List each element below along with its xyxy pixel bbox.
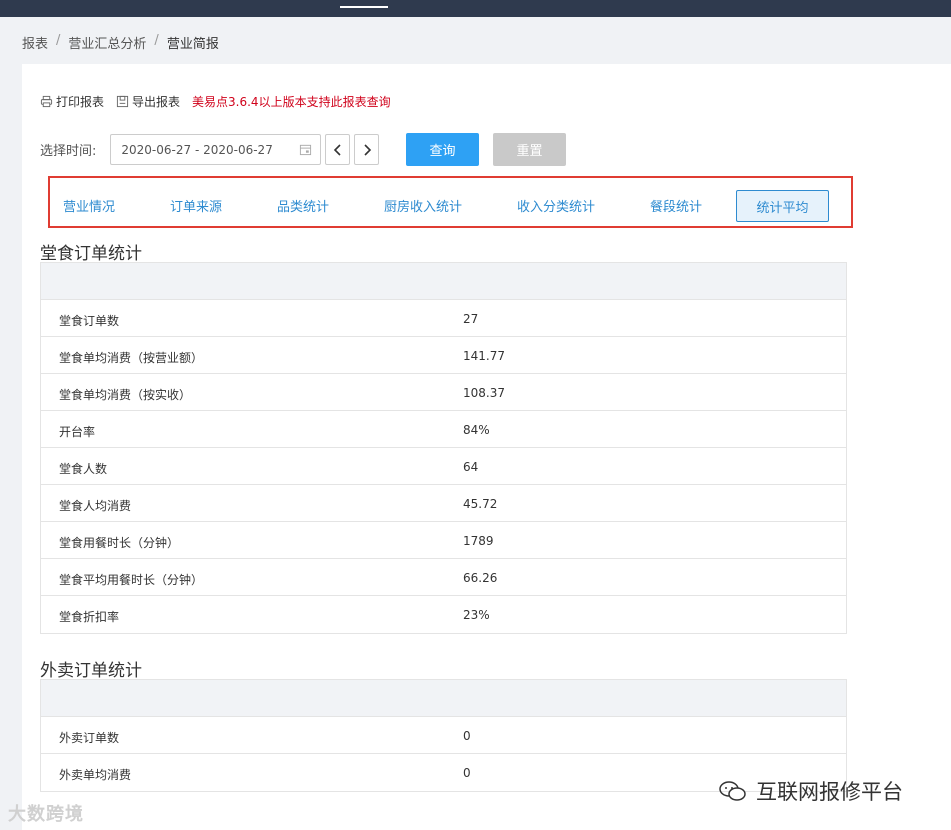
tab-statistics-average[interactable]: 统计平均 bbox=[736, 190, 829, 222]
row-value: 0 bbox=[463, 766, 471, 780]
tab-income-category[interactable]: 收入分类统计 bbox=[517, 196, 595, 215]
row-value: 27 bbox=[463, 312, 479, 326]
table-header bbox=[41, 263, 846, 300]
row-value: 0 bbox=[463, 729, 471, 743]
query-button[interactable]: 查询 bbox=[406, 133, 479, 166]
reset-button[interactable]: 重置 bbox=[493, 133, 566, 166]
table-row: 堂食用餐时长（分钟） 1789 bbox=[41, 522, 846, 559]
tab-order-source[interactable]: 订单来源 bbox=[170, 196, 222, 215]
table-row: 堂食订单数 27 bbox=[41, 300, 846, 337]
version-notice: 美易点3.6.4以上版本支持此报表查询 bbox=[192, 95, 391, 109]
calendar-icon bbox=[300, 144, 312, 156]
table-row: 堂食折扣率 23% bbox=[41, 596, 846, 633]
watermark-left-text: 大数跨境 bbox=[8, 804, 84, 825]
export-report-button[interactable]: 导出报表 bbox=[116, 93, 180, 110]
wechat-icon bbox=[719, 781, 746, 801]
table-row: 堂食人均消费 45.72 bbox=[41, 485, 846, 522]
table-row: 堂食单均消费（按营业额） 141.77 bbox=[41, 337, 846, 374]
report-panel: 打印报表 导出报表 美易点3.6.4以上版本支持此报表查询 选择时间: 2020… bbox=[22, 64, 951, 830]
table-row: 堂食单均消费（按实收） 108.37 bbox=[41, 374, 846, 411]
row-value: 45.72 bbox=[463, 497, 498, 511]
watermark-right-text: 互联网报修平台 bbox=[756, 780, 903, 804]
row-label: 堂食单均消费（按实收） bbox=[59, 388, 192, 402]
row-label: 外卖单均消费 bbox=[59, 768, 132, 782]
print-report-button[interactable]: 打印报表 bbox=[40, 93, 104, 110]
time-label: 选择时间: bbox=[40, 144, 97, 159]
active-nav-indicator bbox=[340, 6, 388, 8]
table-row: 外卖订单数 0 bbox=[41, 717, 846, 754]
report-tabs: 营业情况 订单来源 品类统计 厨房收入统计 收入分类统计 餐段统计 统计平均 bbox=[48, 176, 853, 228]
tab-kitchen-income[interactable]: 厨房收入统计 bbox=[384, 196, 462, 215]
dine-in-table: 堂食订单数 27 堂食单均消费（按营业额） 141.77 堂食单均消费（按实收） 10… bbox=[40, 262, 847, 634]
row-value: 64 bbox=[463, 460, 479, 474]
report-actions: 打印报表 导出报表 美易点3.6.4以上版本支持此报表查询 bbox=[40, 93, 391, 110]
top-navbar bbox=[0, 0, 951, 17]
breadcrumb-separator: / bbox=[56, 33, 61, 48]
breadcrumb: 报表 / 营业汇总分析 / 营业简报 bbox=[22, 33, 219, 52]
table-row: 堂食人数 64 bbox=[41, 448, 846, 485]
row-label: 堂食订单数 bbox=[59, 314, 120, 328]
print-report-label: 打印报表 bbox=[56, 95, 105, 109]
breadcrumb-item-summary[interactable]: 营业汇总分析 bbox=[68, 33, 146, 52]
row-value: 141.77 bbox=[463, 349, 505, 363]
export-report-label: 导出报表 bbox=[132, 95, 181, 109]
row-value: 84% bbox=[463, 423, 490, 437]
date-range-value: 2020-06-27 - 2020-06-27 bbox=[121, 142, 273, 157]
prev-date-button[interactable] bbox=[325, 134, 351, 165]
row-label: 堂食平均用餐时长（分钟） bbox=[59, 573, 204, 587]
dine-in-section-title: 堂食订单统计 bbox=[40, 244, 142, 264]
table-row: 堂食平均用餐时长（分钟） 66.26 bbox=[41, 559, 846, 596]
row-label: 开台率 bbox=[59, 425, 96, 439]
chevron-right-icon bbox=[364, 143, 372, 156]
breadcrumb-separator: / bbox=[154, 33, 159, 48]
watermark-right: 互联网报修平台 bbox=[718, 776, 903, 806]
takeout-section-title: 外卖订单统计 bbox=[40, 661, 142, 681]
chevron-left-icon bbox=[333, 143, 341, 156]
breadcrumb-item-reports[interactable]: 报表 bbox=[22, 33, 48, 52]
row-label: 堂食折扣率 bbox=[59, 610, 120, 624]
row-value: 1789 bbox=[463, 534, 494, 548]
table-row: 开台率 84% bbox=[41, 411, 846, 448]
row-label: 堂食人数 bbox=[59, 462, 108, 476]
row-value: 108.37 bbox=[463, 386, 505, 400]
printer-icon bbox=[40, 95, 53, 108]
row-value: 66.26 bbox=[463, 571, 498, 585]
row-label: 堂食用餐时长（分钟） bbox=[59, 536, 180, 550]
row-value: 23% bbox=[463, 608, 490, 622]
export-icon bbox=[116, 95, 129, 108]
row-label: 外卖订单数 bbox=[59, 731, 120, 745]
tab-category-stats[interactable]: 品类统计 bbox=[277, 196, 329, 215]
table-header bbox=[41, 680, 846, 717]
next-date-button[interactable] bbox=[354, 134, 380, 165]
tab-meal-period[interactable]: 餐段统计 bbox=[650, 196, 702, 215]
row-label: 堂食单均消费（按营业额） bbox=[59, 351, 204, 365]
tab-business-overview[interactable]: 营业情况 bbox=[63, 196, 115, 215]
time-filter: 选择时间: 2020-06-27 - 2020-06-27 bbox=[40, 134, 380, 165]
breadcrumb-item-current: 营业简报 bbox=[166, 37, 219, 52]
row-label: 堂食人均消费 bbox=[59, 499, 132, 513]
date-range-input[interactable]: 2020-06-27 - 2020-06-27 bbox=[110, 134, 322, 165]
watermark-left: 大数跨境 bbox=[8, 800, 84, 826]
